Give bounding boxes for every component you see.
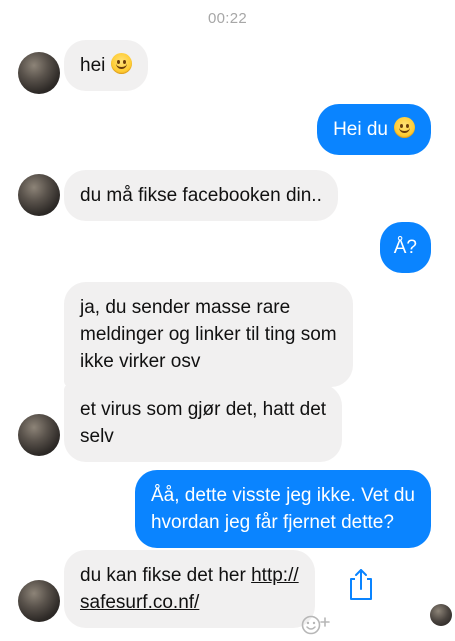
message-bubble-incoming[interactable]: ja, du sender masse rare meldinger og li… (64, 282, 353, 387)
message-link[interactable]: http:// (251, 565, 299, 586)
message-text: du må fikse facebooken din.. (80, 185, 322, 206)
message-line: ja, du sender masse rare (80, 297, 291, 318)
message-line: et virus som gjør det, hatt det (80, 399, 327, 420)
contact-avatar[interactable] (18, 52, 60, 94)
message-link[interactable]: safesurf.co.nf/ (80, 592, 199, 613)
message-text: Hei du (333, 119, 388, 140)
smiley-emoji-icon (394, 117, 415, 138)
timestamp: 00:22 (207, 10, 248, 27)
message-bubble-incoming[interactable]: et virus som gjør det, hatt det selv (64, 384, 343, 462)
message-text: Å? (393, 237, 417, 258)
smiley-emoji-icon (111, 53, 133, 74)
message-bubble-outgoing[interactable]: Åå, dette visste jeg ikke. Vet du hvorda… (134, 470, 431, 548)
message-bubble-incoming[interactable]: hei (64, 40, 149, 91)
message-bubble-outgoing[interactable]: Å? (379, 222, 431, 273)
message-line: ikke virker osv (80, 351, 201, 372)
contact-avatar[interactable] (18, 414, 60, 456)
seen-avatar (430, 604, 452, 626)
message-text: du kan fikse det her (80, 565, 252, 586)
message-bubble-incoming[interactable]: du kan fikse det her http:// safesurf.co… (64, 550, 315, 628)
share-icon[interactable] (346, 566, 376, 602)
message-text: hei (80, 55, 106, 76)
contact-avatar[interactable] (18, 580, 60, 622)
message-line: selv (80, 426, 114, 447)
add-reaction-icon[interactable] (300, 614, 334, 636)
message-line: Åå, dette visste jeg ikke. Vet du (150, 485, 415, 506)
message-line: meldinger og linker til ting som (80, 324, 337, 345)
contact-avatar[interactable] (18, 174, 60, 216)
message-bubble-incoming[interactable]: du må fikse facebooken din.. (64, 170, 338, 221)
message-line: hvordan jeg får fjernet dette? (150, 512, 394, 533)
message-bubble-outgoing[interactable]: Hei du (317, 104, 431, 155)
